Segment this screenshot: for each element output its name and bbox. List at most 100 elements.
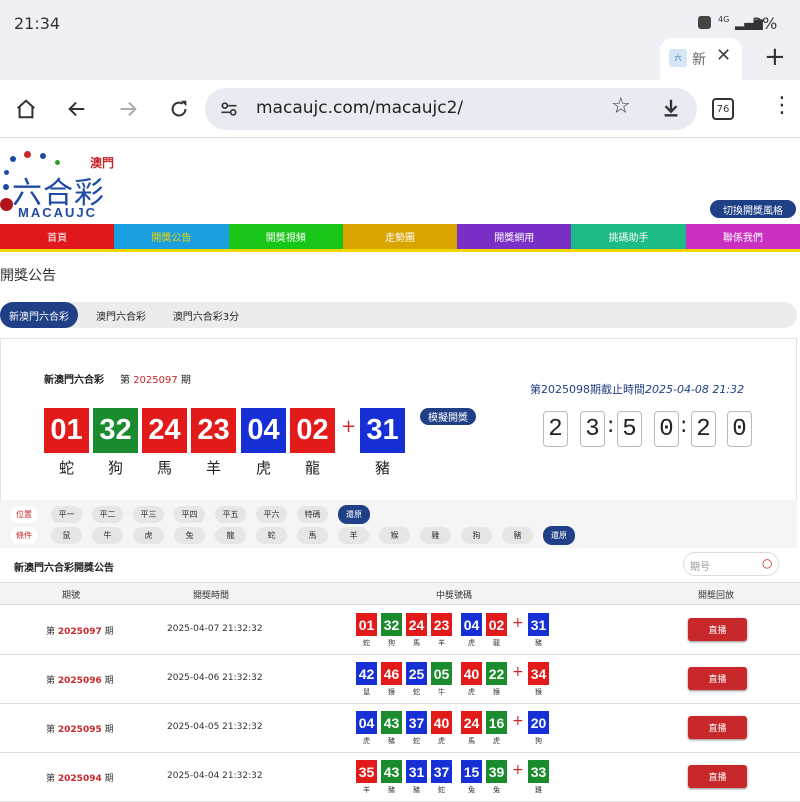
reload-icon[interactable]	[164, 94, 194, 124]
condition-chip[interactable]: 蛇	[256, 527, 287, 544]
tab-title: 新	[692, 52, 706, 68]
simulate-draw-button[interactable]: 模擬開獎	[420, 408, 476, 425]
close-tab-icon[interactable]: ✕	[716, 45, 731, 66]
row-time: 2025-04-06 21:32:32	[167, 673, 263, 683]
table-row: 第 2025097 期 2025-04-07 21:32:32 01 蛇 32 狗 24 馬 2…	[0, 606, 800, 655]
lottery-tab-bar: 新澳門六合彩 澳門六合彩 澳門六合彩3分	[0, 302, 797, 328]
number-ball: 39	[486, 760, 507, 783]
plus-sign: +	[512, 713, 524, 729]
period-suffix: 期	[104, 725, 114, 735]
column-numbers: 中獎號碼	[436, 591, 473, 601]
number-ball: 43	[381, 711, 402, 734]
position-chip[interactable]: 特碼	[297, 506, 328, 523]
number-ball: 02	[290, 408, 335, 453]
number-ball: 24	[461, 711, 482, 734]
condition-chip[interactable]: 豬	[502, 527, 533, 544]
column-replay: 開獎回放	[698, 591, 735, 601]
column-time: 開獎時間	[193, 591, 230, 601]
number-ball: 43	[381, 760, 402, 783]
nav-item[interactable]: 走勢圖	[342, 224, 458, 249]
back-arrow-icon[interactable]	[62, 94, 92, 124]
countdown-digit: 0	[727, 411, 752, 447]
zodiac-label: 狗	[107, 459, 123, 477]
forward-arrow-icon[interactable]	[113, 94, 143, 124]
main-nav: 首頁 開獎公告 開獎視頻 走勢圖 開獎網用 挑碼助手 聯係我們	[0, 224, 800, 252]
condition-chip[interactable]: 龍	[215, 527, 246, 544]
condition-chip[interactable]: 鼠	[51, 527, 82, 544]
number-ball: 04	[461, 613, 482, 636]
zodiac-label: 虎	[468, 639, 475, 647]
replay-button[interactable]: 直播	[688, 716, 747, 739]
zodiac-label: 兔	[468, 786, 475, 794]
restore-condition-button[interactable]: 還原	[543, 526, 575, 545]
tab-count-button[interactable]: 76	[712, 98, 734, 120]
search-placeholder: 期号	[690, 562, 710, 573]
number-ball: 37	[431, 760, 452, 783]
browser-tab[interactable]: 六 新 ✕	[660, 38, 742, 80]
position-chip[interactable]: 平二	[92, 506, 123, 523]
nav-item[interactable]: 首頁	[0, 224, 115, 249]
new-tab-icon[interactable]: +	[764, 42, 786, 72]
condition-chip[interactable]: 狗	[461, 527, 492, 544]
bookmark-star-icon[interactable]: ☆	[611, 94, 631, 119]
plus-sign: +	[512, 664, 524, 680]
zodiac-label: 鼠	[363, 688, 370, 696]
period-number: 2025096	[57, 676, 102, 686]
replay-button[interactable]: 直播	[688, 667, 747, 690]
position-chip[interactable]: 平三	[133, 506, 164, 523]
condition-chip[interactable]: 馬	[297, 527, 328, 544]
row-time: 2025-04-04 21:32:32	[167, 771, 263, 781]
site-logo[interactable]: 澳門 六合彩 MACAUJC	[0, 148, 130, 220]
period-search-input[interactable]: 期号 ○	[683, 552, 779, 576]
home-icon[interactable]	[11, 94, 41, 124]
menu-dots-icon[interactable]: ⋮	[771, 95, 793, 117]
nav-item[interactable]: 開獎網用	[457, 224, 572, 249]
zodiac-label: 豬	[388, 786, 395, 794]
network-type: 4G	[718, 15, 730, 24]
download-icon[interactable]	[660, 97, 682, 123]
condition-chip[interactable]: 牛	[92, 527, 123, 544]
address-bar[interactable]: macaujc.com/macaujc2/ ☆	[205, 88, 697, 130]
url-text[interactable]: macaujc.com/macaujc2/	[256, 98, 463, 118]
site-settings-icon[interactable]	[219, 99, 239, 123]
restore-position-button[interactable]: 還原	[338, 505, 370, 524]
condition-chip[interactable]: 羊	[338, 527, 369, 544]
condition-chip[interactable]: 猴	[379, 527, 410, 544]
position-chip[interactable]: 平六	[256, 506, 287, 523]
period-suffix: 期	[104, 627, 114, 637]
plus-sign: +	[512, 762, 524, 778]
zodiac-label: 羊	[205, 459, 221, 477]
row-period: 第 2025095 期	[46, 722, 114, 735]
zodiac-label: 狗	[388, 639, 395, 647]
tab-new-macau[interactable]: 新澳門六合彩	[0, 302, 78, 328]
condition-chip[interactable]: 雞	[420, 527, 451, 544]
search-icon[interactable]: ○	[762, 556, 772, 570]
special-zodiac-label: 豬	[374, 459, 390, 477]
replay-button[interactable]: 直播	[688, 618, 747, 641]
replay-button[interactable]: 直播	[688, 765, 747, 788]
logo-dot	[55, 160, 60, 165]
period-number: 2025097	[57, 627, 102, 637]
position-chip[interactable]: 平五	[215, 506, 246, 523]
position-chip[interactable]: 平四	[174, 506, 205, 523]
zodiac-label: 龍	[304, 459, 320, 477]
position-chip[interactable]: 平一	[51, 506, 82, 523]
nav-item[interactable]: 挑碼助手	[571, 224, 686, 249]
next-draw-label: 第2025098期截止時間2025-04-08 21:32	[530, 383, 745, 396]
switch-style-button[interactable]: 切換開獎風格	[710, 200, 796, 218]
number-ball: 31	[406, 760, 427, 783]
zodiac-label: 蛇	[363, 639, 370, 647]
tab-macau-3min[interactable]: 澳門六合彩3分	[164, 302, 248, 328]
nav-item[interactable]: 聯係我們	[685, 224, 800, 249]
number-ball: 24	[406, 613, 427, 636]
number-ball: 05	[431, 662, 452, 685]
number-ball: 35	[356, 760, 377, 783]
nav-item[interactable]: 開獎視頻	[228, 224, 343, 249]
nav-item[interactable]: 開獎公告	[114, 224, 229, 249]
special-zodiac-label: 豬	[535, 639, 542, 647]
condition-chip[interactable]: 虎	[133, 527, 164, 544]
tab-macau[interactable]: 澳門六合彩	[86, 302, 156, 328]
favicon-icon: 六	[669, 49, 687, 67]
condition-chip[interactable]: 兔	[174, 527, 205, 544]
battery-level: 3%	[752, 14, 778, 33]
